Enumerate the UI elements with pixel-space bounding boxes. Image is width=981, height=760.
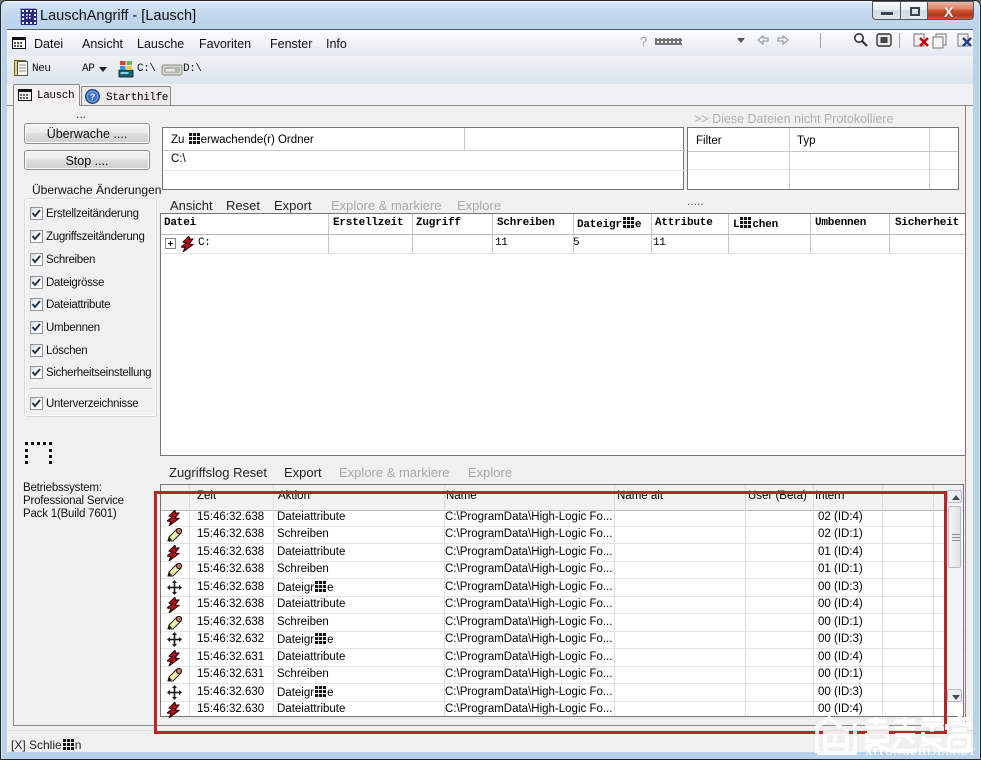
svg-text:XITONGZHIJIA.NET: XITONGZHIJIA.NET bbox=[865, 747, 975, 755]
svg-text:?: ? bbox=[90, 92, 96, 102]
